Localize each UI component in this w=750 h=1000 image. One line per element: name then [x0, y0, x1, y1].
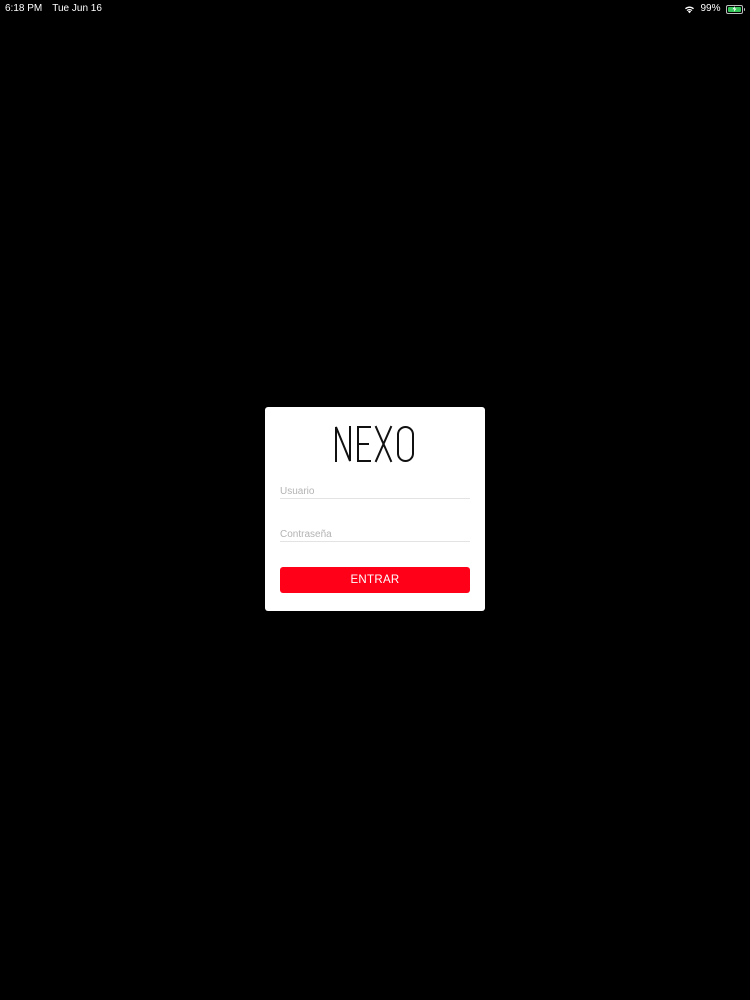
password-field-wrapper: [280, 524, 470, 543]
username-field-wrapper: [280, 481, 470, 500]
password-input[interactable]: [280, 526, 470, 543]
status-bar: 6:18 PM Tue Jun 16 99%: [0, 0, 750, 16]
battery-percent: 99%: [700, 3, 721, 14]
wifi-icon: [684, 5, 695, 14]
status-right: 99%: [684, 1, 745, 17]
battery-charging-icon: [725, 4, 745, 14]
status-time: 6:18 PM: [5, 3, 43, 14]
status-left: 6:18 PM Tue Jun 16: [5, 1, 102, 17]
username-input[interactable]: [280, 483, 470, 500]
login-card: ENTRAR: [265, 407, 485, 611]
login-button[interactable]: ENTRAR: [280, 567, 470, 593]
status-date: Tue Jun 16: [52, 3, 102, 14]
nexo-logo: [265, 425, 485, 463]
login-screen: 6:18 PM Tue Jun 16 99% Usuario ENTRAR: [0, 0, 750, 1000]
